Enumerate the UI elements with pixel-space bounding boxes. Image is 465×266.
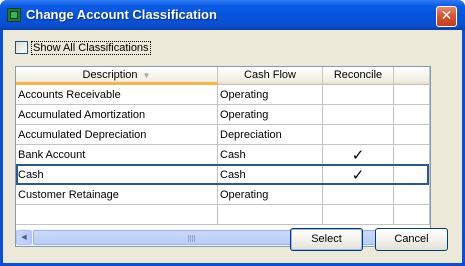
description-cell[interactable]: Bank Account (16, 145, 218, 165)
reconcile-cell[interactable]: ✓ (323, 145, 394, 165)
close-icon: ✕ (440, 8, 453, 24)
cash-flow-cell[interactable]: Operating (218, 85, 323, 105)
cash-flow-cell[interactable]: Operating (218, 105, 323, 125)
horizontal-scrollbar[interactable]: ◀ ▶ (16, 229, 430, 246)
filler-cell (394, 85, 430, 105)
description-cell[interactable]: Accumulated Amortization (16, 105, 218, 125)
title-bar[interactable]: Change Account Classification ✕ (0, 0, 465, 30)
reconcile-cell[interactable] (323, 105, 394, 125)
cash-flow-cell[interactable]: Operating (218, 185, 323, 205)
description-cell[interactable] (16, 205, 218, 225)
grid-header: Description ▼ Cash Flow Reconcile (16, 67, 430, 85)
column-header-label: Reconcile (333, 69, 383, 81)
table-row[interactable]: Bank Account Cash ✓ (16, 145, 430, 165)
sort-desc-icon: ▼ (142, 71, 151, 80)
show-all-checkbox[interactable] (15, 41, 28, 54)
window-title: Change Account Classification (26, 7, 217, 22)
dialog-window: Change Account Classification ✕ Show All… (0, 0, 465, 266)
ledger-icon (7, 8, 21, 22)
column-header-filler (394, 67, 430, 85)
filler-cell (394, 125, 430, 145)
scroll-left-button[interactable]: ◀ (16, 230, 32, 245)
reconcile-cell[interactable] (323, 85, 394, 105)
cancel-button[interactable]: Cancel (375, 228, 448, 251)
description-cell[interactable]: Accumulated Depreciation (16, 125, 218, 145)
cash-flow-cell[interactable]: Cash (218, 145, 323, 165)
reconcile-check-icon: ✓ (351, 146, 365, 164)
select-button[interactable]: Select (290, 228, 363, 251)
reconcile-cell[interactable] (323, 185, 394, 205)
description-cell[interactable]: Customer Retainage (16, 185, 218, 205)
reconcile-cell[interactable] (323, 205, 394, 225)
arrow-left-icon: ◀ (21, 234, 27, 241)
close-button[interactable]: ✕ (436, 6, 457, 27)
table-row[interactable]: Accounts Receivable Operating (16, 85, 430, 105)
table-row[interactable]: Customer Retainage Operating (16, 185, 430, 205)
column-header-reconcile[interactable]: Reconcile (323, 67, 394, 85)
filler-cell (394, 165, 430, 185)
filler-cell (394, 145, 430, 165)
column-header-label: Cash Flow (244, 69, 296, 81)
description-cell[interactable]: Cash (16, 165, 218, 185)
table-row[interactable] (16, 205, 430, 225)
filler-cell (394, 205, 430, 225)
table-row[interactable]: Accumulated Depreciation Depreciation (16, 125, 430, 145)
dialog-client-area: Show All Classifications Description ▼ Ca… (3, 30, 462, 263)
column-header-description[interactable]: Description ▼ (16, 67, 218, 85)
table-row[interactable]: Accumulated Amortization Operating (16, 105, 430, 125)
show-all-label[interactable]: Show All Classifications (31, 41, 151, 55)
filler-cell (394, 105, 430, 125)
grid-body: Accounts Receivable Operating Accumulate… (16, 85, 430, 229)
reconcile-cell[interactable]: ✓ (323, 165, 394, 185)
filler-cell (394, 185, 430, 205)
reconcile-check-icon: ✓ (351, 166, 365, 184)
cash-flow-cell[interactable]: Depreciation (218, 125, 323, 145)
column-header-cash-flow[interactable]: Cash Flow (218, 67, 323, 85)
classification-grid: Description ▼ Cash Flow Reconcile Account… (15, 66, 431, 247)
cash-flow-cell[interactable] (218, 205, 323, 225)
reconcile-cell[interactable] (323, 125, 394, 145)
column-header-label: Description (82, 69, 138, 81)
cash-flow-cell[interactable]: Cash (218, 165, 323, 185)
vertical-scrollbar[interactable]: ▲ ▼ (430, 67, 431, 229)
table-row-selected[interactable]: Cash Cash ✓ (16, 164, 430, 185)
description-cell[interactable]: Accounts Receivable (16, 85, 218, 105)
